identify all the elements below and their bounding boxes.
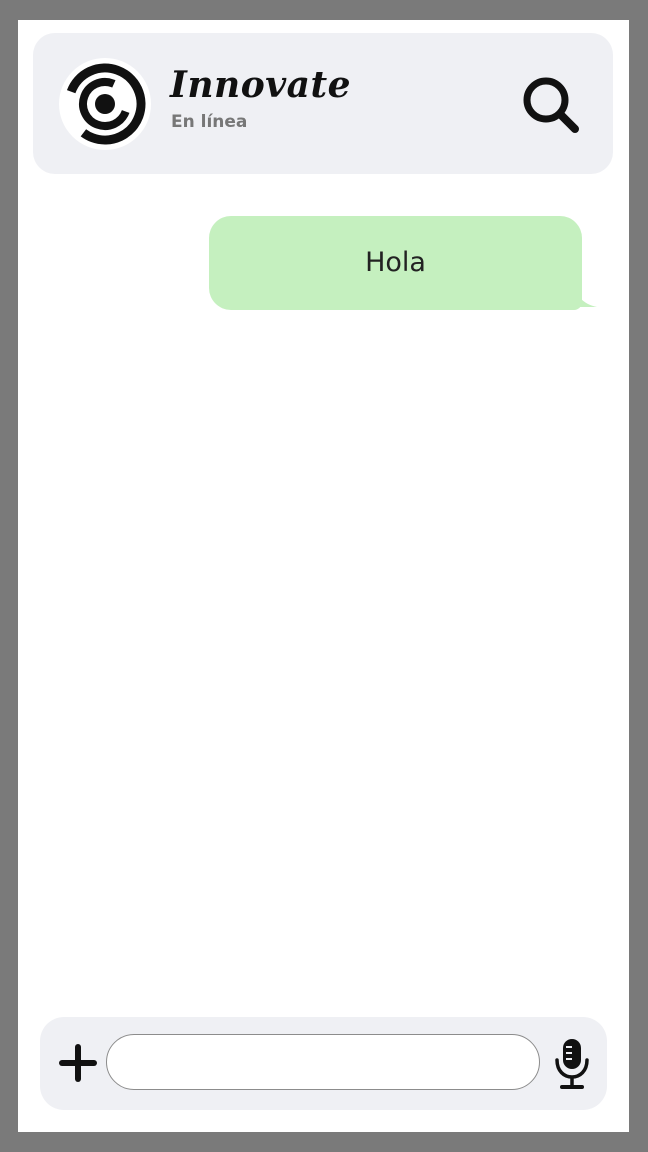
- swirl-logo-icon: [64, 63, 146, 145]
- contact-name: Innovate: [170, 64, 351, 106]
- contact-status: En línea: [171, 112, 248, 132]
- add-attachment-button[interactable]: [58, 1043, 98, 1083]
- plus-icon: [59, 1044, 97, 1082]
- search-icon: [523, 77, 579, 133]
- avatar[interactable]: [59, 58, 151, 150]
- microphone-icon: [555, 1039, 589, 1089]
- search-button[interactable]: [519, 73, 583, 137]
- message-outgoing[interactable]: Hola: [209, 216, 601, 312]
- chat-screen: Innovate En línea Hola: [18, 20, 629, 1132]
- message-bubble: Hola: [209, 216, 582, 310]
- message-input[interactable]: [106, 1034, 540, 1090]
- message-composer: [40, 1017, 607, 1110]
- chat-header: Innovate En línea: [33, 33, 613, 174]
- message-text: Hola: [365, 247, 426, 278]
- voice-message-button[interactable]: [552, 1038, 592, 1090]
